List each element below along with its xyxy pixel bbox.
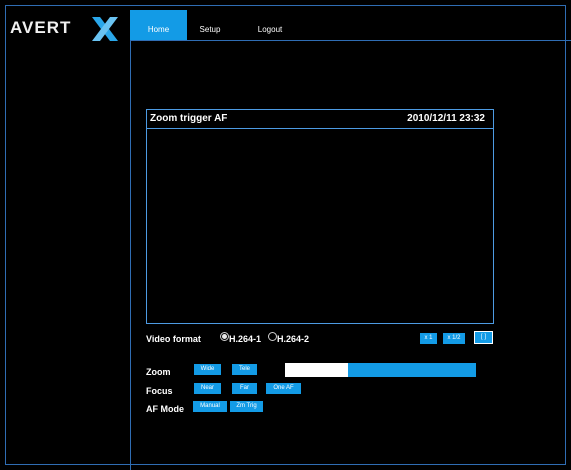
h264-2-radio[interactable]: [268, 332, 277, 341]
h264-2-label: H.264-2: [277, 334, 310, 344]
focus-far-button[interactable]: Far: [232, 383, 257, 394]
af-manual-button[interactable]: Manual: [193, 401, 227, 412]
zoom-label: Zoom: [146, 367, 171, 377]
view-half-button[interactable]: x 1/2: [443, 333, 465, 344]
zoom-tele-button[interactable]: Tele: [232, 364, 257, 375]
focus-near-button[interactable]: Near: [194, 383, 221, 394]
one-af-button[interactable]: One AF: [266, 383, 301, 394]
zoom-slider-fill: [285, 363, 349, 377]
video-header: Zoom trigger AF 2010/12/11 23:32: [147, 110, 493, 129]
video-viewer[interactable]: Zoom trigger AF 2010/12/11 23:32: [146, 109, 494, 324]
fullscreen-button[interactable]: [ ]: [474, 331, 493, 344]
logo-text: AVERT: [10, 18, 72, 37]
nav-setup[interactable]: Setup: [196, 10, 224, 40]
af-zm-trig-button[interactable]: Zm Trig: [230, 401, 263, 412]
nav-home[interactable]: Home: [130, 10, 187, 40]
focus-label: Focus: [146, 386, 173, 396]
brand-logo: AVERT: [10, 17, 118, 42]
x-logo-icon: [92, 17, 118, 41]
content-left-border: [130, 40, 131, 470]
h264-1-radio[interactable]: [220, 332, 229, 341]
video-datetime: 2010/12/11 23:32: [407, 113, 485, 124]
view-full-button[interactable]: x 1: [420, 333, 437, 344]
video-format-label: Video format: [146, 334, 201, 344]
af-mode-label: AF Mode: [146, 404, 184, 414]
nav-logout[interactable]: Logout: [253, 10, 287, 40]
video-title: Zoom trigger AF: [150, 113, 228, 124]
zoom-wide-button[interactable]: Wide: [194, 364, 221, 375]
zoom-slider[interactable]: [285, 363, 476, 377]
content-top-border: [130, 40, 571, 41]
h264-1-label: H.264-1: [229, 334, 262, 344]
